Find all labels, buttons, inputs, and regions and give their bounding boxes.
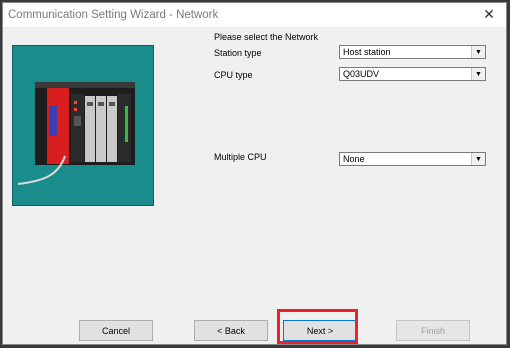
wizard-window: Communication Setting Wizard - Network ✕	[2, 2, 507, 345]
station-type-select[interactable]: Host station ▼	[339, 45, 486, 59]
plc-rack-image	[13, 46, 153, 205]
finish-button: Finish	[396, 320, 470, 341]
multiple-cpu-label: Multiple CPU	[214, 152, 267, 162]
multiple-cpu-value: None	[343, 154, 365, 164]
form-heading: Please select the Network	[214, 32, 319, 42]
plc-illustration	[12, 45, 154, 206]
cpu-type-label: CPU type	[214, 70, 253, 80]
title-bar: Communication Setting Wizard - Network ✕	[3, 3, 506, 27]
station-type-label: Station type	[214, 48, 262, 58]
chevron-down-icon[interactable]: ▼	[471, 46, 485, 58]
back-button[interactable]: < Back	[194, 320, 268, 341]
cancel-button[interactable]: Cancel	[79, 320, 153, 341]
next-button-highlight	[277, 309, 358, 344]
window-title: Communication Setting Wizard - Network	[8, 9, 219, 21]
chevron-down-icon[interactable]: ▼	[471, 153, 485, 165]
station-type-value: Host station	[343, 47, 391, 57]
multiple-cpu-select[interactable]: None ▼	[339, 152, 486, 166]
chevron-down-icon[interactable]: ▼	[471, 68, 485, 80]
close-icon[interactable]: ✕	[480, 5, 498, 23]
cpu-type-value: Q03UDV	[343, 69, 380, 79]
cpu-type-select[interactable]: Q03UDV ▼	[339, 67, 486, 81]
